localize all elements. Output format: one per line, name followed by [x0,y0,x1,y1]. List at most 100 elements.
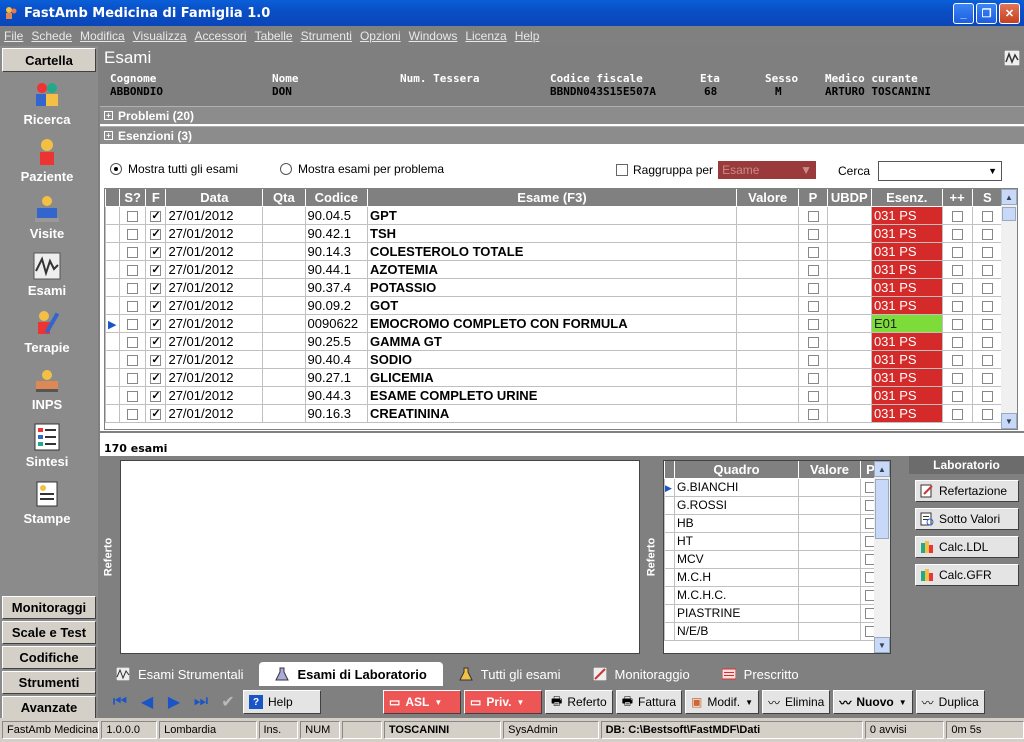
plusplus-checkbox[interactable] [951,264,963,276]
p-checkbox[interactable] [807,282,819,294]
cell-esenzione[interactable]: 031 PS [870,295,943,315]
s2-checkbox[interactable] [981,264,993,276]
s-checkbox[interactable] [127,300,139,312]
p-checkbox[interactable] [807,408,819,420]
quadro-row[interactable]: HB [664,513,881,533]
s2-checkbox[interactable] [981,282,993,294]
p-checkbox[interactable] [807,246,819,258]
plusplus-checkbox[interactable] [951,300,963,312]
nav-item-esami[interactable]: Esami [0,245,94,302]
help-button[interactable]: ? Help [243,690,321,714]
cell-esenzione[interactable]: 031 PS [870,259,943,279]
f-checkbox[interactable] [150,227,162,240]
menu-visualizza[interactable]: Visualizza [129,29,191,43]
table-row[interactable]: 27/01/2012 90.04.5GPT 031 PS [104,205,1004,225]
f-checkbox[interactable] [150,335,162,348]
cell-valore[interactable] [735,385,800,405]
cell-quadro-valore[interactable] [798,585,861,605]
menu-windows[interactable]: Windows [405,29,462,43]
fattura-button[interactable]: 🖶 Fattura [615,690,683,714]
table-row[interactable]: ▶ 27/01/2012 0090622EMOCROMO COMPLETO CON … [104,313,1004,333]
cell-valore[interactable] [735,367,800,387]
scroll-thumb[interactable] [875,479,889,539]
col-codice[interactable]: Codice [304,189,369,207]
s2-checkbox[interactable] [981,246,993,258]
col-qta[interactable]: Qta [262,189,306,207]
nav-codifiche[interactable]: Codifiche [2,646,96,669]
last-record-icon[interactable]: ⏭ [189,693,213,711]
group-select[interactable]: Esame ▼ [718,161,817,179]
radio-by-problem[interactable]: Mostra esami per problema [280,162,444,176]
menu-schede[interactable]: Schede [27,29,76,43]
nav-scale-test[interactable]: Scale e Test [2,621,96,644]
referto-button[interactable]: 🖶 Referto [545,690,613,714]
search-combo[interactable]: ▼ [878,161,1003,181]
minimize-button[interactable]: _ [953,3,974,24]
col-f[interactable]: F [145,189,167,207]
cell-esenzione[interactable]: 031 PS [870,241,943,261]
col-s2[interactable]: S [971,189,1004,207]
f-checkbox[interactable] [150,209,162,222]
table-row[interactable]: 27/01/2012 90.25.5GAMMA GT 031 PS [104,331,1004,351]
scroll-up-icon[interactable]: ▲ [1001,189,1017,205]
s-checkbox[interactable] [127,210,139,222]
f-checkbox[interactable] [150,353,162,366]
priv-button[interactable]: ▭ Priv. ▼ [464,690,542,714]
menu-opzioni[interactable]: Opzioni [356,29,405,43]
s-checkbox[interactable] [127,282,139,294]
maximize-button[interactable]: ❐ [976,3,997,24]
tab-esami-strumentali[interactable]: Esami Strumentali [100,662,259,686]
cell-quadro-valore[interactable] [798,513,861,533]
f-checkbox[interactable] [150,263,162,276]
nav-avanzate[interactable]: Avanzate [2,696,96,719]
scroll-down-icon[interactable]: ▼ [874,637,890,653]
cell-esenzione[interactable]: 031 PS [870,205,943,225]
p-checkbox[interactable] [807,264,819,276]
col-quadro[interactable]: Quadro [674,461,799,479]
group-checkbox[interactable] [616,164,628,176]
plusplus-checkbox[interactable] [951,228,963,240]
s-checkbox[interactable] [127,264,139,276]
section-problemi[interactable]: + Problemi (20) [100,106,1024,124]
cell-valore[interactable] [735,241,800,261]
col-plusplus[interactable]: ++ [941,189,973,207]
f-checkbox[interactable] [150,245,162,258]
plusplus-checkbox[interactable] [951,390,963,402]
quadro-row[interactable]: G.ROSSI [664,495,881,515]
menu-accessori[interactable]: Accessori [191,29,251,43]
section-esenzioni[interactable]: + Esenzioni (3) [100,126,1024,144]
cell-esenzione[interactable]: 031 PS [870,385,943,405]
scroll-up-icon[interactable]: ▲ [874,461,890,477]
f-checkbox[interactable] [150,371,162,384]
p-checkbox[interactable] [807,300,819,312]
next-record-icon[interactable]: ▶ [162,692,186,712]
s2-checkbox[interactable] [981,354,993,366]
cell-quadro-valore[interactable] [798,531,861,551]
table-row[interactable]: 27/01/2012 90.16.3CREATININA 031 PS [104,403,1004,423]
quadro-row[interactable]: HT [664,531,881,551]
nav-item-ricerca[interactable]: Ricerca [0,74,94,131]
prev-record-icon[interactable]: ◀ [135,692,159,712]
cell-esenzione[interactable]: 031 PS [870,331,943,351]
col-esenz[interactable]: Esenz. [870,189,943,207]
tab-tutti-esami[interactable]: Tutti gli esami [443,662,577,686]
p-checkbox[interactable] [807,354,819,366]
table-row[interactable]: 27/01/2012 90.44.1AZOTEMIA 031 PS [104,259,1004,279]
s2-checkbox[interactable] [981,210,993,222]
f-checkbox[interactable] [150,407,162,420]
cell-esenzione[interactable]: 031 PS [870,277,943,297]
cell-quadro-valore[interactable] [798,477,861,497]
table-row[interactable]: 27/01/2012 90.44.3ESAME COMPLETO URINE 031… [104,385,1004,405]
s-checkbox[interactable] [127,228,139,240]
tab-prescritto[interactable]: Prescritto [706,662,815,686]
cell-valore[interactable] [735,259,800,279]
sotto-valori-button[interactable]: Sotto Valori [915,508,1019,530]
plusplus-checkbox[interactable] [951,372,963,384]
table-row[interactable]: 27/01/2012 90.09.2GOT 031 PS [104,295,1004,315]
s-checkbox[interactable] [127,390,139,402]
p-checkbox[interactable] [807,228,819,240]
col-quadro-valore[interactable]: Valore [798,461,861,479]
plusplus-checkbox[interactable] [951,336,963,348]
nav-item-sintesi[interactable]: Sintesi [0,416,94,473]
table-row[interactable]: 27/01/2012 90.42.1TSH 031 PS [104,223,1004,243]
